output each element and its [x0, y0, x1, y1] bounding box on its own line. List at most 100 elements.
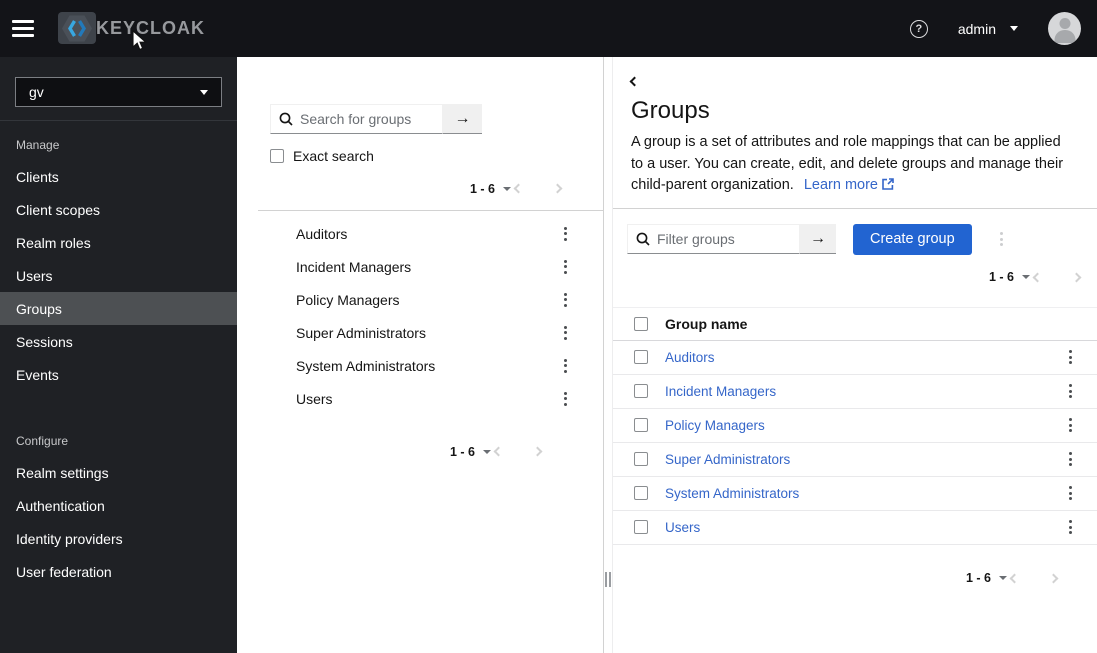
table-row-policy-managers: Policy Managers: [613, 409, 1097, 443]
chevron-down-icon: [200, 89, 208, 95]
table-row-auditors: Auditors: [613, 341, 1097, 375]
pagination-next-button[interactable]: [550, 181, 565, 196]
kebab-menu-button[interactable]: [1063, 347, 1078, 367]
panel-resize-handle[interactable]: [604, 57, 612, 653]
grip-icon: [605, 572, 611, 587]
row-checkbox[interactable]: [634, 452, 648, 466]
kebab-menu-button[interactable]: [558, 257, 573, 277]
sidebar-item-users[interactable]: Users: [0, 259, 237, 292]
keycloak-logo[interactable]: KEYCLOAK: [58, 12, 205, 44]
kebab-menu-button[interactable]: [1063, 415, 1078, 435]
sidebar-item-events[interactable]: Events: [0, 358, 237, 391]
section-label-configure: Configure: [16, 434, 69, 448]
row-checkbox[interactable]: [634, 520, 648, 534]
group-search-field: [270, 104, 443, 134]
tree-item-super-administrators[interactable]: Super Administrators: [258, 316, 603, 349]
group-link[interactable]: Super Administrators: [665, 452, 790, 467]
table-pagination-top: 1 - 6: [989, 270, 1084, 285]
sidebar-item-identity-providers[interactable]: Identity providers: [0, 522, 237, 555]
pagination-next-button[interactable]: [1069, 270, 1084, 285]
tree-item-policy-managers[interactable]: Policy Managers: [258, 283, 603, 316]
kebab-menu-button[interactable]: [1063, 517, 1078, 537]
search-icon: [636, 232, 650, 246]
sidebar-item-sessions[interactable]: Sessions: [0, 325, 237, 358]
chevron-down-icon: [483, 449, 491, 454]
kebab-menu-button[interactable]: [558, 323, 573, 343]
table-pagination-bottom: 1 - 6: [966, 571, 1061, 586]
kebab-menu-button[interactable]: [558, 290, 573, 310]
group-link[interactable]: Incident Managers: [665, 384, 776, 399]
chevron-down-icon: [1010, 26, 1018, 31]
tree-item-system-administrators[interactable]: System Administrators: [258, 349, 603, 382]
kebab-menu-button[interactable]: [558, 356, 573, 376]
groups-tree-panel: → Exact search 1 - 6 Auditors Incident M…: [237, 57, 604, 653]
user-dropdown[interactable]: admin: [958, 21, 1018, 37]
tree-item-auditors[interactable]: Auditors: [258, 217, 603, 250]
sidebar-item-realm-settings[interactable]: Realm settings: [0, 456, 237, 489]
sidebar-item-realm-roles[interactable]: Realm roles: [0, 226, 237, 259]
sidebar: gv Manage Clients Client scopes Realm ro…: [0, 57, 237, 653]
realm-name: gv: [29, 84, 44, 100]
pagination-range-menu[interactable]: 1 - 6: [989, 270, 1030, 284]
column-header-group-name: Group name: [665, 315, 748, 332]
group-link[interactable]: Policy Managers: [665, 418, 765, 433]
kebab-menu-button[interactable]: [1063, 449, 1078, 469]
pagination-range-menu[interactable]: 1 - 6: [470, 182, 511, 196]
exact-search-option: Exact search: [270, 148, 603, 164]
avatar[interactable]: [1048, 12, 1081, 45]
arrow-right-icon: →: [454, 109, 471, 127]
sidebar-item-authentication[interactable]: Authentication: [0, 489, 237, 522]
pagination-range-menu[interactable]: 1 - 6: [450, 445, 491, 459]
pagination-prev-button[interactable]: [491, 444, 506, 459]
select-all-checkbox[interactable]: [634, 316, 648, 331]
groups-toolbar: → Create group: [613, 209, 1097, 255]
group-link[interactable]: Users: [665, 520, 700, 535]
row-checkbox[interactable]: [634, 418, 648, 432]
exact-search-checkbox[interactable]: [270, 149, 284, 163]
table-row-users: Users: [613, 511, 1097, 545]
create-group-button[interactable]: Create group: [853, 223, 972, 255]
sidebar-item-client-scopes[interactable]: Client scopes: [0, 193, 237, 226]
pagination-prev-button[interactable]: [1007, 571, 1022, 586]
chevron-down-icon: [503, 186, 511, 191]
filter-submit-button[interactable]: →: [800, 224, 836, 254]
search-submit-button[interactable]: →: [443, 104, 482, 134]
search-icon: [279, 112, 293, 126]
row-checkbox[interactable]: [634, 350, 648, 364]
row-checkbox[interactable]: [634, 384, 648, 398]
kebab-menu-button[interactable]: [558, 224, 573, 244]
kebab-menu-button[interactable]: [1063, 483, 1078, 503]
group-link[interactable]: Auditors: [665, 350, 715, 365]
chevron-right-icon: [552, 183, 563, 194]
user-name: admin: [957, 20, 996, 37]
row-checkbox[interactable]: [634, 486, 648, 500]
pagination-prev-button[interactable]: [1030, 270, 1045, 285]
search-groups-input[interactable]: [300, 111, 434, 127]
table-row-system-administrators: System Administrators: [613, 477, 1097, 511]
sidebar-item-groups[interactable]: Groups: [0, 292, 237, 325]
tree-item-users[interactable]: Users: [258, 382, 603, 415]
collapse-panel-button[interactable]: [629, 76, 640, 87]
learn-more-link[interactable]: Learn more: [804, 177, 894, 193]
toolbar-kebab-button[interactable]: [994, 229, 1009, 249]
filter-field: [627, 224, 800, 254]
realm-selector[interactable]: gv: [15, 77, 222, 107]
chevron-down-icon: [1022, 275, 1030, 279]
avatar-person-icon: [1059, 18, 1070, 29]
pagination-range-menu[interactable]: 1 - 6: [966, 571, 1007, 585]
groups-main-panel: Groups A group is a set of attributes an…: [612, 57, 1097, 653]
pagination-next-button[interactable]: [1046, 571, 1061, 586]
tree-item-incident-managers[interactable]: Incident Managers: [258, 250, 603, 283]
chevron-left-icon: [1032, 272, 1043, 282]
nav-toggle-button[interactable]: [0, 0, 46, 57]
help-button[interactable]: ?: [909, 19, 928, 38]
filter-groups-input[interactable]: [657, 231, 791, 247]
kebab-menu-button[interactable]: [1063, 381, 1078, 401]
pagination-prev-button[interactable]: [511, 181, 526, 196]
group-link[interactable]: System Administrators: [665, 486, 799, 501]
chevron-left-icon: [1009, 573, 1020, 583]
kebab-menu-button[interactable]: [558, 389, 573, 409]
pagination-next-button[interactable]: [530, 444, 545, 459]
sidebar-item-clients[interactable]: Clients: [0, 160, 237, 193]
sidebar-item-user-federation[interactable]: User federation: [0, 555, 237, 588]
